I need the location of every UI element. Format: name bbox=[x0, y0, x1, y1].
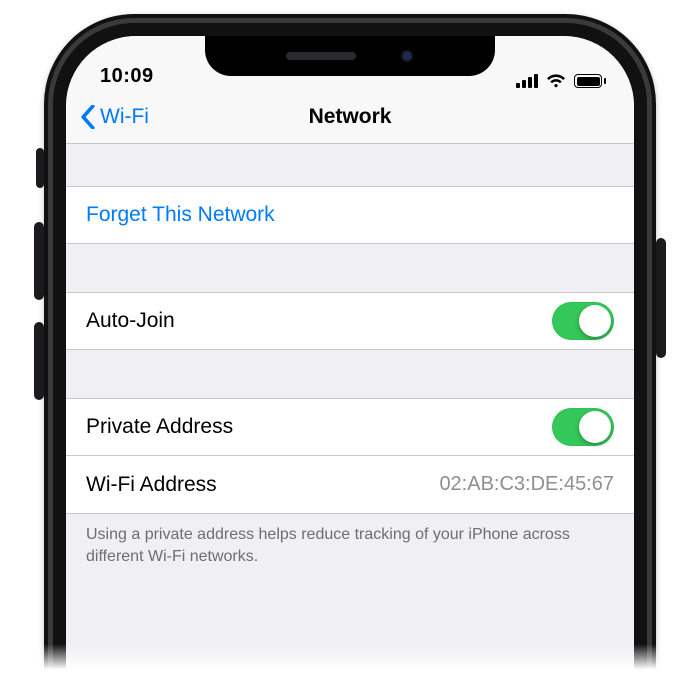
toggle-knob bbox=[579, 305, 611, 337]
back-button[interactable]: Wi-Fi bbox=[80, 90, 149, 143]
notch bbox=[205, 36, 495, 76]
forget-network-row[interactable]: Forget This Network bbox=[66, 186, 634, 244]
chevron-left-icon bbox=[80, 105, 96, 129]
screenshot-stage: 10:09 bbox=[0, 0, 700, 674]
auto-join-label: Auto-Join bbox=[86, 309, 175, 333]
power-button-hw bbox=[656, 238, 666, 358]
phone-frame: 10:09 bbox=[44, 14, 656, 674]
status-indicators bbox=[516, 74, 606, 88]
settings-content: Forget This Network Auto-Join Private Ad… bbox=[66, 144, 634, 567]
nav-header: Wi-Fi Network bbox=[66, 90, 634, 144]
section-gap bbox=[66, 144, 634, 186]
private-address-label: Private Address bbox=[86, 415, 233, 439]
private-address-toggle[interactable] bbox=[552, 408, 614, 446]
screen: 10:09 bbox=[66, 36, 634, 674]
volume-down-hw bbox=[34, 322, 44, 400]
toggle-knob bbox=[579, 411, 611, 443]
section-gap bbox=[66, 244, 634, 292]
private-address-footnote: Using a private address helps reduce tra… bbox=[66, 514, 634, 567]
back-label: Wi-Fi bbox=[100, 105, 149, 129]
auto-join-toggle[interactable] bbox=[552, 302, 614, 340]
section-gap bbox=[66, 350, 634, 398]
wifi-address-label: Wi-Fi Address bbox=[86, 473, 217, 497]
wifi-icon bbox=[546, 74, 566, 88]
wifi-address-value: 02:AB:C3:DE:45:67 bbox=[439, 473, 614, 496]
forget-network-label: Forget This Network bbox=[86, 203, 275, 227]
front-camera bbox=[400, 49, 414, 63]
wifi-address-row: Wi-Fi Address 02:AB:C3:DE:45:67 bbox=[66, 456, 634, 514]
mute-switch-hw bbox=[36, 148, 44, 188]
cellular-signal-icon bbox=[516, 74, 538, 88]
volume-up-hw bbox=[34, 222, 44, 300]
status-time: 10:09 bbox=[100, 65, 154, 88]
earpiece-speaker bbox=[286, 52, 356, 60]
battery-icon bbox=[574, 74, 606, 88]
private-address-row: Private Address bbox=[66, 398, 634, 456]
page-title: Network bbox=[309, 105, 392, 129]
auto-join-row: Auto-Join bbox=[66, 292, 634, 350]
